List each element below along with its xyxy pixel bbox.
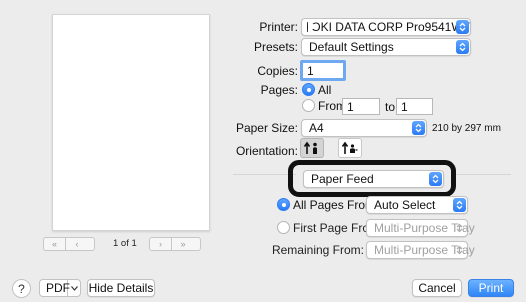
next-page-button[interactable]: ›	[150, 238, 172, 250]
previous-page-button[interactable]: ‹	[66, 238, 88, 250]
copies-value: 1	[307, 63, 314, 78]
copies-label: Copies:	[257, 64, 298, 78]
last-page-button[interactable]: »	[172, 238, 194, 250]
printer-popup[interactable]: OKI DATA CORP Pro9541WT	[301, 18, 471, 36]
portrait-orientation-icon	[303, 141, 317, 154]
landscape-orientation-icon	[341, 141, 358, 154]
print-button[interactable]: Print	[468, 279, 514, 297]
printer-value: OKI DATA CORP Pro9541WT	[311, 20, 470, 34]
cancel-label: Cancel	[418, 281, 456, 295]
orientation-label: Orientation:	[235, 144, 298, 158]
paper-size-label: Paper Size:	[235, 121, 298, 135]
all-pages-from-popup[interactable]: Auto Select	[366, 196, 468, 214]
pages-from-radio[interactable]	[302, 99, 315, 112]
pages-all-radio[interactable]	[302, 83, 315, 96]
page-indicator: 1 of 1	[113, 238, 137, 249]
orientation-landscape-button[interactable]	[338, 138, 362, 158]
chevron-updown-icon	[456, 40, 469, 54]
pages-to-value: 1	[401, 99, 408, 114]
chevron-updown-icon	[453, 221, 466, 235]
all-pages-from-value: Auto Select	[374, 198, 436, 212]
presets-label: Presets:	[253, 40, 298, 54]
preview-nav-forward-group: › »	[149, 237, 201, 251]
chevron-updown-icon	[453, 198, 466, 212]
pdf-menu-button[interactable]: PDF	[39, 279, 81, 297]
pdf-label: PDF	[40, 280, 70, 296]
first-page-from-radio[interactable]	[277, 221, 290, 234]
pages-all-label: All	[318, 83, 332, 97]
print-preview-page	[52, 14, 210, 231]
paper-size-popup[interactable]: A4	[301, 119, 427, 137]
remaining-from-popup[interactable]: Multi-Purpose Tray	[366, 241, 475, 259]
hide-details-button[interactable]: Hide Details	[87, 279, 155, 297]
chevron-updown-icon	[453, 243, 466, 257]
chevron-down-icon	[68, 285, 80, 291]
chevron-updown-icon	[412, 121, 425, 135]
pages-from-input[interactable]: 1	[342, 98, 380, 115]
help-icon: ?	[18, 281, 25, 296]
first-page-from-popup[interactable]: Multi-Purpose Tray	[366, 219, 475, 237]
cancel-button[interactable]: Cancel	[412, 279, 462, 297]
pages-label: Pages:	[260, 83, 298, 97]
printer-label: Printer:	[259, 20, 298, 34]
remaining-from-label: Remaining From:	[271, 243, 364, 257]
section-separator-right	[453, 174, 511, 175]
hide-details-label: Hide Details	[88, 281, 154, 295]
pages-to-input[interactable]: 1	[396, 98, 433, 115]
presets-value: Default Settings	[309, 40, 394, 54]
section-highlight-callout	[288, 160, 456, 197]
chevron-updown-icon	[456, 20, 469, 34]
print-label: Print	[478, 281, 504, 295]
first-page-button[interactable]: «	[44, 238, 66, 250]
paper-size-dimensions: 210 by 297 mm	[432, 123, 501, 134]
help-button[interactable]: ?	[12, 279, 31, 298]
paper-size-value: A4	[309, 121, 324, 135]
all-pages-from-radio[interactable]	[277, 198, 290, 211]
copies-input[interactable]: 1	[300, 60, 346, 81]
preview-nav-back-group: « ‹	[43, 237, 95, 251]
orientation-portrait-button[interactable]	[300, 138, 324, 158]
presets-popup[interactable]: Default Settings	[301, 38, 471, 56]
pages-from-value: 1	[347, 99, 354, 114]
section-separator-left	[233, 174, 296, 175]
